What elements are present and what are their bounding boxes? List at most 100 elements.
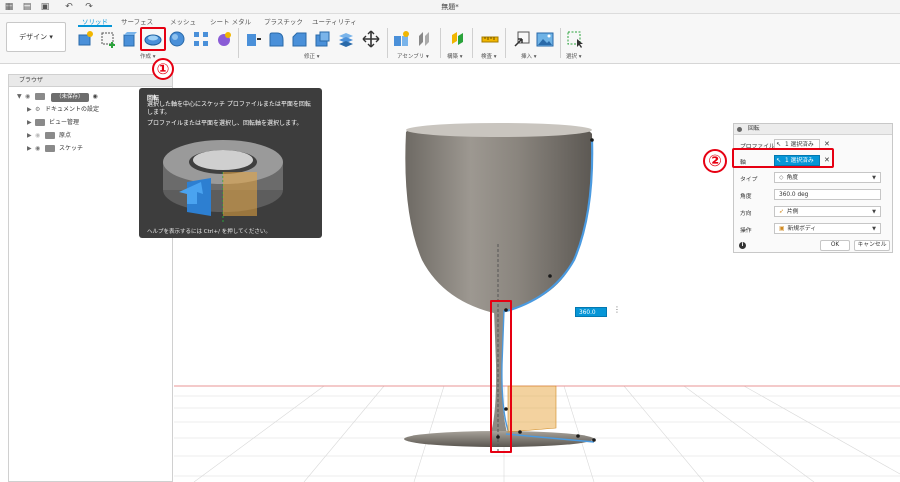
offset-plane-tool-icon[interactable] bbox=[449, 30, 467, 48]
callout-step-2: ② bbox=[703, 149, 727, 173]
insert-group-label[interactable]: 挿入 ▾ bbox=[521, 52, 537, 60]
folder-icon bbox=[45, 145, 55, 152]
construct-group-label[interactable]: 構築 ▾ bbox=[447, 52, 463, 60]
tab-surface[interactable]: サーフェス bbox=[121, 16, 153, 26]
visibility-eye-icon[interactable]: ◉ bbox=[35, 143, 45, 155]
direction-label: 方向 bbox=[740, 211, 752, 217]
direction-select[interactable]: ➶ 片側 ▼ bbox=[774, 206, 881, 217]
chamfer-tool-icon[interactable] bbox=[290, 30, 308, 48]
toolbar-separator bbox=[387, 28, 388, 58]
toolbar-separator bbox=[472, 28, 473, 58]
axis-row-highlight bbox=[732, 148, 834, 168]
modify-group-label[interactable]: 修正 ▾ bbox=[304, 52, 320, 60]
new-component-tool-icon[interactable] bbox=[76, 30, 94, 48]
browser-item-label: 原点 bbox=[59, 132, 72, 139]
tooltip-help-hint: ヘルプを表示するには Ctrl+/ を押してください。 bbox=[147, 229, 271, 235]
insert-derive-tool-icon[interactable] bbox=[513, 30, 531, 48]
operation-value: 新規ボディ bbox=[787, 226, 817, 232]
cursor-arrow-icon: ↖ bbox=[776, 141, 782, 148]
active-tab-indicator bbox=[78, 25, 112, 27]
new-component-assembly-icon[interactable] bbox=[392, 30, 410, 48]
workspace-switcher-button[interactable]: デザイン ▾ bbox=[6, 22, 66, 52]
press-pull-tool-icon[interactable] bbox=[244, 30, 262, 48]
folder-icon bbox=[45, 132, 55, 139]
cancel-button[interactable]: キャンセル bbox=[854, 240, 890, 251]
tab-utility[interactable]: ユーティリティ bbox=[312, 16, 357, 26]
revolve-tooltip: 回転 選択した軸を中心にスケッチ プロファイルまたは平面を回転します。 プロファ… bbox=[139, 88, 322, 238]
document-icon bbox=[35, 93, 45, 100]
browser-item-label: ドキュメントの設定 bbox=[45, 106, 100, 113]
document-title: 無題* bbox=[441, 3, 459, 11]
ok-button[interactable]: OK bbox=[820, 240, 850, 251]
more-options-icon[interactable]: ⋮ bbox=[613, 305, 621, 314]
sweep-tool-icon[interactable] bbox=[168, 30, 186, 48]
browser-item-sketches[interactable]: ▶ ◉ スケッチ bbox=[27, 143, 83, 155]
goblet-rim bbox=[406, 123, 592, 137]
angle-input[interactable]: 360.0 deg bbox=[774, 189, 881, 200]
operation-select[interactable]: ▣ 新規ボディ ▼ bbox=[774, 223, 881, 234]
measure-tool-icon[interactable] bbox=[481, 30, 499, 48]
browser-item-named-views[interactable]: ▶ ビュー管理 bbox=[27, 117, 79, 129]
sketch-profile-region bbox=[507, 385, 557, 433]
insert-image-tool-icon[interactable] bbox=[536, 30, 554, 48]
browser-root-node[interactable]: ▼ ◉ （未保存） ◉ bbox=[17, 91, 98, 103]
create-sketch-tool-icon[interactable] bbox=[99, 30, 117, 48]
visibility-eye-icon[interactable]: ◉ bbox=[25, 91, 35, 103]
browser-item-origin[interactable]: ▶ ◉ 原点 bbox=[27, 130, 71, 142]
type-row: タイプ ◇ 角度 ▼ bbox=[734, 171, 894, 184]
axis-selection-highlight bbox=[490, 300, 512, 453]
revolve-dialog-header[interactable]: 回転 bbox=[734, 124, 892, 135]
tab-sheet-metal[interactable]: シート メタル bbox=[210, 16, 251, 26]
extrude-tool-icon[interactable] bbox=[120, 30, 138, 48]
callout-step-1: ① bbox=[152, 58, 174, 80]
shell-tool-icon[interactable] bbox=[313, 30, 331, 48]
angle-manipulator-input[interactable]: 360.0 deg bbox=[575, 307, 607, 326]
toolbar-separator bbox=[560, 28, 561, 58]
fusion-app-window: ▦ ▤ ▣ ↶ ↷ 無題* デザイン ▾ ソリッド サーフェス メッシュ シート… bbox=[0, 0, 900, 482]
browser-header: ブラウザ bbox=[9, 75, 172, 87]
toolbar-separator bbox=[505, 28, 506, 58]
browser-item-document-settings[interactable]: ▶ ⚙ ドキュメントの設定 bbox=[27, 104, 99, 116]
hidden-eye-icon[interactable]: ◉ bbox=[35, 130, 45, 142]
select-tool-icon[interactable] bbox=[566, 30, 584, 48]
chevron-down-icon: ▼ bbox=[872, 209, 876, 215]
inspect-group-label[interactable]: 検査 ▾ bbox=[481, 52, 497, 60]
collapse-arrow-icon[interactable]: ▼ bbox=[17, 91, 25, 103]
select-group-label[interactable]: 選択 ▾ bbox=[566, 52, 582, 60]
assemble-group-label[interactable]: アセンブリ ▾ bbox=[397, 52, 429, 60]
expand-arrow-icon[interactable]: ▶ bbox=[27, 130, 35, 142]
tab-mesh[interactable]: メッシュ bbox=[170, 16, 196, 26]
direction-row: 方向 ➶ 片側 ▼ bbox=[734, 205, 894, 218]
info-icon[interactable]: i bbox=[739, 242, 746, 249]
angle-row: 角度 360.0 deg bbox=[734, 188, 894, 201]
angle-label: 角度 bbox=[740, 194, 752, 200]
title-bar: ▦ ▤ ▣ ↶ ↷ 無題* bbox=[0, 0, 900, 14]
form-tool-icon[interactable] bbox=[215, 30, 233, 48]
tooltip-description: 選択した軸を中心にスケッチ プロファイルまたは平面を回転します。 bbox=[147, 101, 311, 116]
active-component-radio-icon[interactable]: ◉ bbox=[93, 93, 98, 100]
fillet-tool-icon[interactable] bbox=[267, 30, 285, 48]
move-copy-tool-icon[interactable] bbox=[362, 30, 380, 48]
revolve-dialog-title: 回転 bbox=[748, 126, 760, 132]
goblet-cup-body bbox=[405, 124, 593, 314]
toolbar-separator bbox=[238, 28, 239, 58]
expand-arrow-icon[interactable]: ▶ bbox=[27, 104, 35, 116]
combine-tool-icon[interactable] bbox=[337, 30, 355, 48]
folder-icon bbox=[35, 119, 45, 126]
browser-item-label: スケッチ bbox=[59, 145, 84, 152]
unsaved-document-badge: （未保存） bbox=[51, 93, 89, 102]
expand-arrow-icon[interactable]: ▶ bbox=[27, 117, 35, 129]
joint-tool-icon[interactable] bbox=[415, 30, 433, 48]
create-group-label[interactable]: 作成 ▾ bbox=[140, 52, 156, 60]
toolbar-separator bbox=[440, 28, 441, 58]
revolve-tool-highlight bbox=[140, 27, 166, 51]
expand-arrow-icon[interactable]: ▶ bbox=[27, 143, 35, 155]
dialog-collapse-icon[interactable] bbox=[737, 127, 742, 132]
new-body-icon: ▣ bbox=[779, 226, 785, 232]
chevron-down-icon: ▼ bbox=[872, 175, 876, 181]
revolve-illustration bbox=[163, 140, 283, 224]
pattern-tool-icon[interactable] bbox=[192, 30, 210, 48]
tab-plastic[interactable]: プラスチック bbox=[264, 16, 303, 26]
direction-value: 片側 bbox=[786, 209, 799, 215]
type-select[interactable]: ◇ 角度 ▼ bbox=[774, 172, 881, 183]
